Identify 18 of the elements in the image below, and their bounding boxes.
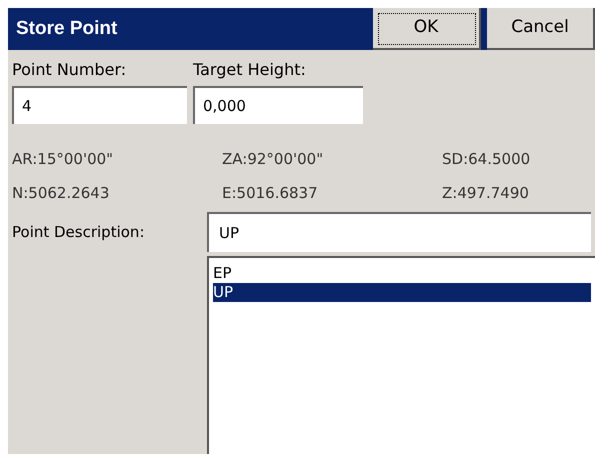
field-label: Target Height: [193,59,307,81]
window-title: Store Point [15,16,118,41]
reading-text: AR:15°00'00" [12,150,114,168]
list-item[interactable]: EP [213,264,591,283]
dialog-button[interactable]: OK [373,8,481,50]
reading-text: ZA:92°00'00" [222,150,324,168]
dialog-button[interactable]: Cancel [487,8,595,50]
reading-text: SD:64.5000 [442,150,530,168]
field-label: Point Description: [12,222,146,243]
reading-text: E:5016.6837 [222,184,318,202]
reading-text: Z:497.7490 [442,184,529,202]
field-value: UP [219,222,240,244]
field-label: Point Number: [12,59,128,81]
list-item[interactable]: UP [213,283,591,302]
input-field[interactable]: 0,000 [193,86,363,124]
input-field[interactable]: 4 [12,86,187,124]
reading-text: N:5062.2643 [12,184,110,202]
input-field[interactable]: UP [207,212,591,252]
